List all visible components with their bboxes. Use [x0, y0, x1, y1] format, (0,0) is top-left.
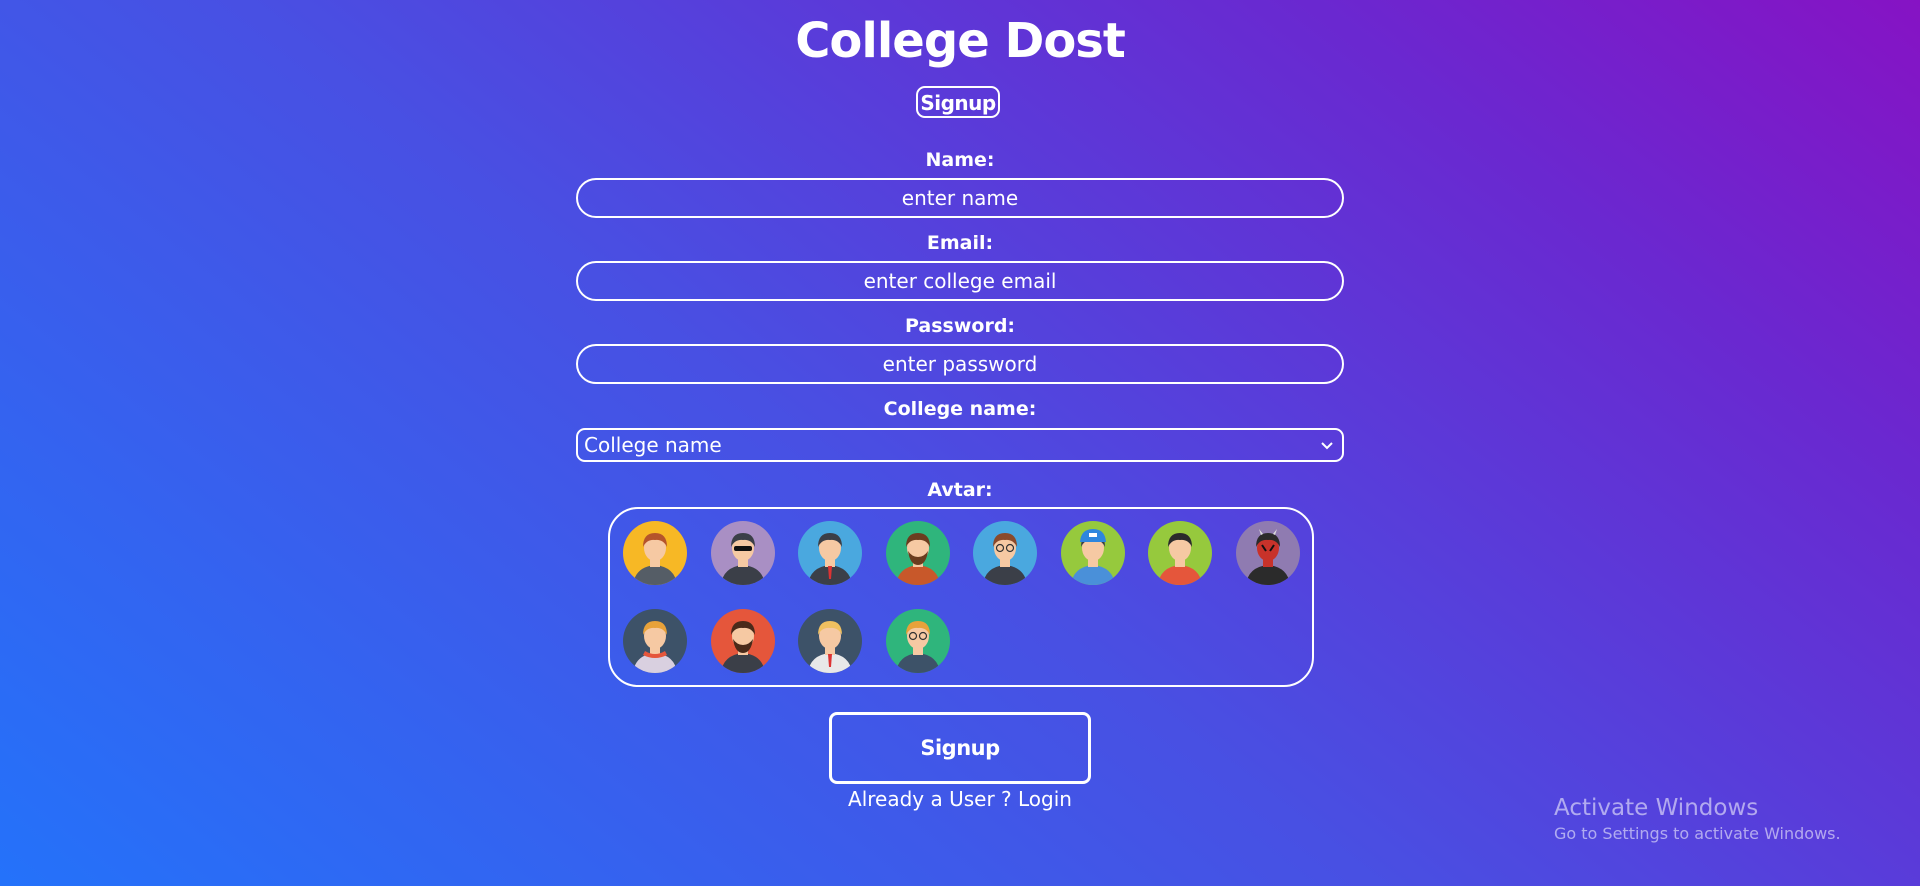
signup-button[interactable]: Signup [829, 712, 1091, 784]
avatar-darth-maul-icon[interactable] [1235, 521, 1300, 585]
avatar-picker [608, 507, 1314, 687]
activate-windows-title: Activate Windows [1554, 795, 1759, 821]
avatar-sunglasses-guy-icon[interactable] [710, 521, 775, 585]
signup-badge: Signup [916, 86, 1000, 118]
avatar-bearded-guy-icon[interactable] [885, 521, 950, 585]
chevron-down-icon [1321, 442, 1333, 450]
avatar-blonde-tie-guy-icon[interactable] [798, 609, 862, 673]
avatar-red-bearded-guy-icon[interactable] [710, 609, 775, 673]
email-label: Email: [926, 232, 994, 254]
activate-windows-subtitle: Go to Settings to activate Windows. [1554, 824, 1841, 843]
avatar-glasses-woman-icon[interactable] [973, 521, 1037, 585]
college-select[interactable]: College name [576, 428, 1344, 462]
email-input[interactable] [576, 261, 1344, 301]
avatar-cap-girl-icon[interactable] [1060, 521, 1125, 585]
signup-page: College Dost Signup Name: Email: Passwor… [0, 0, 1920, 886]
college-label: College name: [883, 398, 1037, 420]
avatar-blonde-scarf-woman-icon[interactable] [623, 609, 687, 673]
name-input[interactable] [576, 178, 1344, 218]
avatar-glasses-blonde-guy-icon[interactable] [885, 609, 950, 673]
password-label: Password: [904, 315, 1016, 337]
avatar-label: Avtar: [927, 479, 993, 501]
avatar-suit-guy-icon[interactable] [798, 521, 862, 585]
avatar-dark-hair-woman-icon[interactable] [1148, 521, 1212, 585]
password-input[interactable] [576, 344, 1344, 384]
avatar-hoodie-guy-icon[interactable] [623, 521, 687, 585]
activate-windows-watermark: Activate Windows Go to Settings to activ… [1554, 794, 1841, 846]
college-select-value: College name [584, 433, 722, 457]
app-title: College Dost [795, 13, 1126, 69]
name-label: Name: [925, 149, 995, 171]
